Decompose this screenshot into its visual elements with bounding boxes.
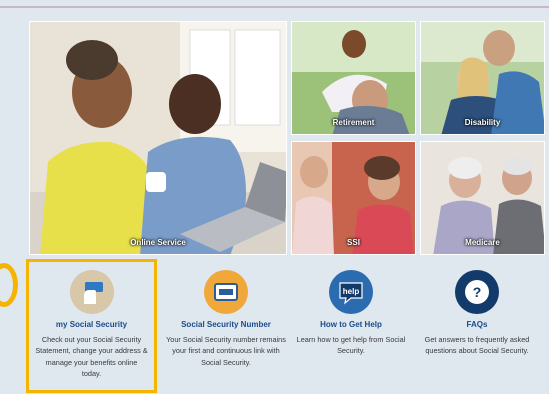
help-icon-text: help	[343, 287, 360, 296]
feature-title[interactable]: my Social Security	[29, 320, 154, 329]
hand-card-icon	[69, 270, 114, 314]
feature-my-social-security[interactable]: my Social Security Check out your Social…	[26, 259, 157, 393]
top-divider	[0, 6, 549, 8]
feature-faqs[interactable]: ? FAQs Get answers to frequently asked q…	[411, 259, 543, 393]
feature-description: Learn how to get help from Social Securi…	[296, 335, 406, 356]
feature-title[interactable]: Social Security Number	[160, 320, 292, 329]
feature-title[interactable]: FAQs	[411, 320, 543, 329]
ssa-services-page: Online Service Retirement Disability SSI…	[0, 0, 549, 394]
question-icon-text: ?	[473, 284, 482, 300]
feature-description: Get answers to frequently asked question…	[424, 335, 530, 356]
tile-ssi[interactable]: SSI	[291, 141, 416, 255]
online-service-photo	[30, 22, 286, 254]
tile-caption: Retirement	[332, 118, 375, 127]
tile-retirement[interactable]: Retirement	[291, 21, 416, 135]
help-bubble-icon: help	[329, 270, 373, 314]
feature-description: Check out your Social Security Statement…	[35, 335, 148, 379]
feature-title[interactable]: How to Get Help	[285, 320, 417, 329]
tile-caption: Online Service	[130, 238, 186, 247]
tile-caption: Disability	[464, 118, 501, 127]
tile-caption: Medicare	[465, 238, 500, 247]
feature-how-to-get-help[interactable]: help How to Get Help Learn how to get he…	[285, 259, 417, 393]
tile-disability[interactable]: Disability	[420, 21, 545, 135]
carousel-marker	[0, 263, 18, 307]
tile-medicare[interactable]: Medicare	[420, 141, 545, 255]
feature-social-security-number[interactable]: Social Security Number Your Social Secur…	[160, 259, 292, 393]
question-icon: ?	[455, 270, 499, 314]
feature-description: Your Social Security number remains your…	[166, 335, 286, 367]
tile-online-service[interactable]: Online Service	[29, 21, 287, 255]
tile-caption: SSI	[347, 238, 360, 247]
ss-card-icon	[204, 270, 248, 314]
